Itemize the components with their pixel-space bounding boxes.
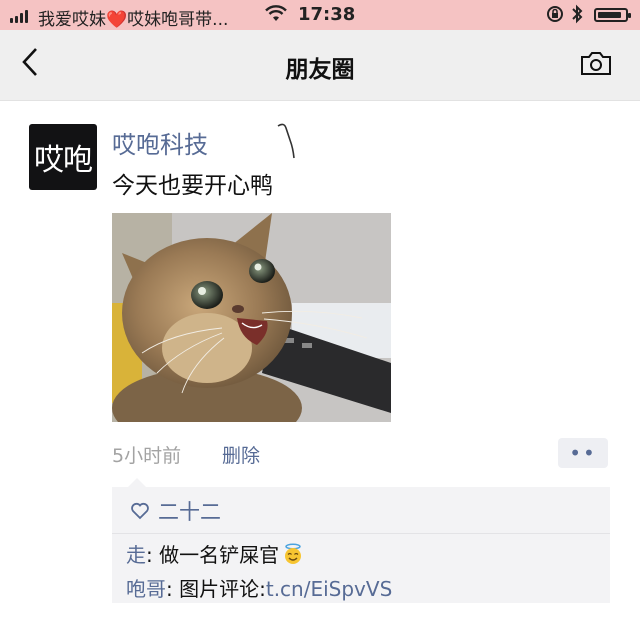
page-title: 朋友圈 (285, 57, 355, 83)
comment-separator: : (146, 543, 160, 567)
avatar[interactable]: 哎咆 (29, 124, 97, 190)
comment-item[interactable]: 咆哥: 图片评论:t.cn/EiSpvVS (126, 573, 392, 602)
like-user[interactable]: 二十二 (158, 496, 221, 526)
comment-text: 做一名铲屎官 (159, 543, 280, 567)
comment-separator: : (166, 577, 180, 601)
heart-icon (131, 502, 149, 520)
comment-item[interactable]: 走: 做一名铲屎官 (126, 539, 304, 568)
decorative-squiggle (274, 120, 300, 162)
bluetooth-icon (570, 4, 584, 28)
wifi-icon (265, 5, 287, 27)
comment-author[interactable]: 咆哥 (126, 577, 166, 601)
status-time: 17:38 (298, 4, 356, 25)
interactions-box: 二十二 走: 做一名铲屎官 咆哥: 图片评论:t.cn/EiSpvVS (112, 478, 610, 603)
camera-button[interactable] (580, 50, 612, 76)
comment-author[interactable]: 走 (126, 543, 146, 567)
post-username[interactable]: 哎咆科技 (112, 125, 208, 160)
delete-button[interactable]: 删除 (222, 441, 260, 468)
comment-link[interactable]: t.cn/EiSpvVS (266, 577, 392, 601)
divider (112, 533, 610, 534)
post-time: 5小时前 (112, 445, 182, 467)
status-bar: 我爱哎妹❤️哎妹咆哥带... 17:38 (0, 0, 640, 30)
camera-icon (581, 52, 611, 75)
signal-icon (10, 9, 28, 23)
likes-row: 二十二 (130, 496, 221, 526)
face-with-halo-emoji (285, 543, 302, 564)
kitten-photo[interactable] (112, 213, 391, 422)
more-options-button[interactable]: •• (558, 438, 608, 468)
comment-text: 图片评论: (179, 577, 266, 601)
carrier-name: 我爱哎妹❤️哎妹咆哥带... (38, 10, 229, 30)
battery-icon (594, 8, 631, 22)
post-text: 今天也要开心鸭 (112, 173, 273, 199)
rotation-lock-icon (546, 5, 564, 27)
nav-bar: 朋友圈 (0, 30, 640, 101)
